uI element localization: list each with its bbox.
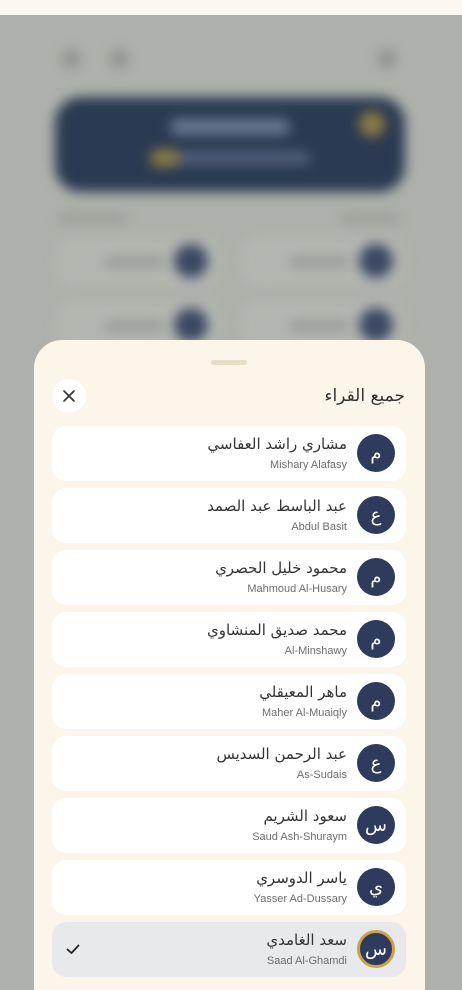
reciter-avatar: ع xyxy=(357,744,395,782)
reciter-avatar: س xyxy=(357,930,395,968)
reciter-name-english: Saud Ash-Shuraym xyxy=(252,831,347,843)
menu-icon xyxy=(62,50,80,68)
reciter-name-arabic: سعود الشريم xyxy=(263,807,347,825)
sheet-title: جميع القراء xyxy=(324,386,405,406)
reciter-avatar: م xyxy=(357,558,395,596)
reciter-name-english: Mishary Alafasy xyxy=(269,459,347,471)
reciters-bottom-sheet: جميع القراء م مشاري راشد العفاسي Mishary A… xyxy=(34,340,425,990)
reciter-row[interactable]: م ماهر المعيقلي Maher Al-Muaiqly xyxy=(52,674,406,729)
reciter-avatar: ع xyxy=(357,496,395,534)
reciter-avatar: م xyxy=(357,620,395,658)
reciter-name-arabic: محمد صديق المنشاوي xyxy=(207,621,347,639)
reciter-name-english: Saad Al-Ghamdi xyxy=(266,955,347,967)
reciter-row[interactable]: س سعود الشريم Saud Ash-Shuraym xyxy=(52,798,406,853)
reciter-name-english: Maher Al-Muaiqly xyxy=(262,707,347,719)
close-icon xyxy=(63,390,75,402)
reciter-avatar: ي xyxy=(357,868,395,906)
settings-icon xyxy=(378,50,396,68)
reciter-name-arabic: عبد الباسط عبد الصمد xyxy=(207,497,347,515)
drag-handle[interactable] xyxy=(211,360,247,365)
checkmark-icon xyxy=(66,944,80,954)
reciter-name-english: Mahmoud Al-Husary xyxy=(247,583,347,595)
reciter-row[interactable]: م محمد صديق المنشاوي Al-Minshawy xyxy=(52,612,406,667)
reciter-avatar: م xyxy=(357,682,395,720)
close-button[interactable] xyxy=(52,379,86,413)
reciter-row[interactable]: ي ياسر الدوسري Yasser Ad-Dussary xyxy=(52,860,406,915)
search-icon xyxy=(110,50,128,68)
reciter-row[interactable]: ع عبد الباسط عبد الصمد Abdul Basit xyxy=(52,488,406,543)
reciter-name-arabic: سعد الغامدي xyxy=(266,931,347,949)
reciter-name-english: Abdul Basit xyxy=(291,521,347,533)
reciter-row[interactable]: س سعد الغامدي Saad Al-Ghamdi xyxy=(52,922,406,977)
status-strip xyxy=(0,0,462,15)
reciter-avatar: س xyxy=(357,806,395,844)
reciter-name-arabic: مشاري راشد العفاسي xyxy=(207,435,347,453)
reciter-avatar: م xyxy=(357,434,395,472)
now-playing-card xyxy=(55,97,405,192)
reciter-row[interactable]: م مشاري راشد العفاسي Mishary Alafasy xyxy=(52,426,406,481)
reciter-row[interactable]: م محمود خليل الحصري Mahmoud Al-Husary xyxy=(52,550,406,605)
reciter-row[interactable]: ع عبد الرحمن السديس As-Sudais xyxy=(52,736,406,791)
reciter-name-arabic: محمود خليل الحصري xyxy=(215,559,347,577)
reciter-name-english: Al-Minshawy xyxy=(284,645,347,657)
reciter-name-arabic: ماهر المعيقلي xyxy=(259,683,347,701)
reciter-name-arabic: ياسر الدوسري xyxy=(256,869,347,887)
reciter-list: م مشاري راشد العفاسي Mishary Alafasy ع عبد ا… xyxy=(52,426,406,984)
reciter-name-arabic: عبد الرحمن السديس xyxy=(216,745,347,763)
reciter-name-english: As-Sudais xyxy=(296,769,347,781)
reciter-name-english: Yasser Ad-Dussary xyxy=(253,893,347,905)
